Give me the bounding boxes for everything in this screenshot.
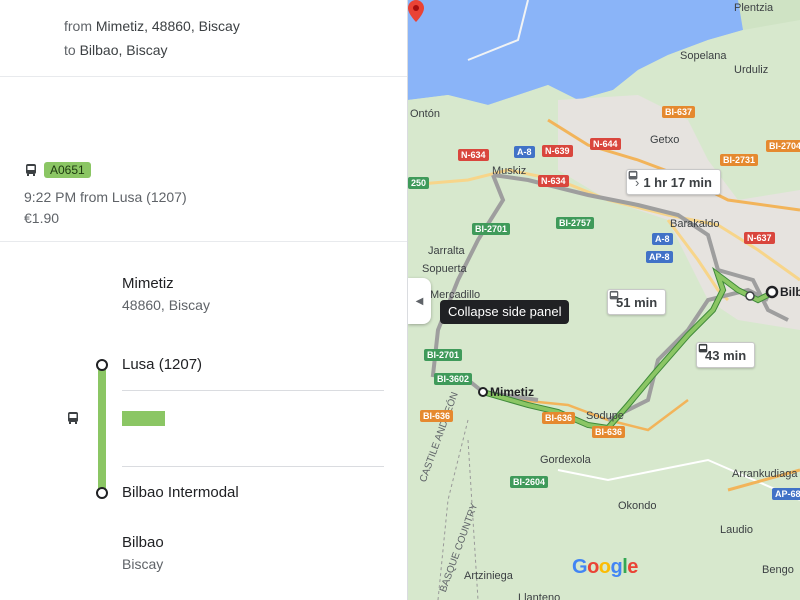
place-label: Laudio (720, 524, 754, 536)
route-option-callout[interactable]: 51 min (607, 289, 667, 315)
board-stop-marker (745, 291, 755, 301)
place-label: Bengo (762, 564, 794, 576)
callout-duration: 1 hr 17 min (643, 174, 712, 190)
road-shield: N-639 (542, 145, 573, 157)
bus-icon (609, 290, 619, 300)
road-shield: AP-68 (772, 488, 800, 500)
place-label: Getxo (650, 134, 680, 146)
place-label: Barakaldo (670, 218, 720, 230)
divider (122, 390, 384, 391)
place-label: Urduliz (734, 64, 769, 76)
destination-pin-icon[interactable] (408, 0, 424, 22)
from-prefix: from (64, 18, 92, 34)
collapse-tooltip: Collapse side panel (440, 300, 570, 324)
alight-stop-dot (96, 487, 108, 499)
road-shield: BI-2701 (424, 349, 463, 361)
bus-icon (628, 170, 638, 180)
origin-name[interactable]: Mimetiz (122, 275, 174, 292)
bus-icon (26, 164, 36, 176)
directions-panel: from Mimetiz, 48860, Biscay to Bilbao, B… (0, 0, 408, 600)
road-shield: A-8 (652, 233, 673, 245)
destination-name[interactable]: Bilbao (122, 534, 164, 551)
transit-line-track (98, 367, 106, 493)
alight-stop[interactable]: Bilbao Intermodal (122, 484, 239, 501)
place-label: Jarralta (428, 245, 465, 257)
place-label: Muskiz (492, 165, 527, 177)
divider (122, 466, 384, 467)
place-label: Mimetiz (490, 385, 535, 399)
route-option-callout[interactable]: › 1 hr 17 min (626, 169, 721, 195)
route-summary: from Mimetiz, 48860, Biscay to Bilbao, B… (64, 14, 240, 62)
road-shield: AP-8 (646, 251, 673, 263)
origin-marker[interactable] (478, 387, 488, 397)
road-shield: BI-636 (542, 412, 576, 424)
board-stop[interactable]: Lusa (1207) (122, 356, 202, 373)
road-shield: BI-637 (662, 106, 696, 118)
place-label: Ontón (410, 108, 440, 120)
road-shield: N-644 (590, 138, 621, 150)
board-stop-dot (96, 359, 108, 371)
place-label: Sopelana (680, 50, 727, 62)
place-label: Llanteno (518, 592, 561, 600)
road-shield: BI-2701 (472, 223, 511, 235)
google-logo: Google (572, 556, 638, 578)
to-value: Bilbao, Biscay (79, 42, 168, 58)
callout-duration: 51 min (616, 294, 658, 310)
road-shield: N-634 (458, 149, 489, 161)
place-label: Sodupe (586, 410, 624, 422)
chevron-left-icon: ◀ (415, 295, 424, 307)
collapse-panel-button[interactable]: ◀ (408, 278, 431, 324)
place-label: Sopuerta (422, 263, 467, 275)
road-shield: BI-636 (592, 426, 626, 438)
place-label: Plentzia (734, 2, 774, 14)
destination-marker[interactable] (765, 285, 779, 299)
road-shield: A-8 (514, 146, 535, 158)
road-shield: 250 (408, 177, 430, 189)
divider (0, 76, 407, 77)
bus-icon (698, 343, 708, 353)
road-shield: BI-2757 (556, 217, 595, 229)
from-value: Mimetiz, 48860, Biscay (95, 18, 240, 34)
place-label: Arrankudiaga (732, 468, 798, 480)
map-view[interactable]: Plentzia Sopelana Urduliz Ontón Getxo Mu… (408, 0, 800, 600)
to-prefix: to (64, 42, 76, 58)
callout-duration: 43 min (705, 347, 747, 363)
divider (0, 241, 407, 242)
route-option-callout-selected[interactable]: 43 min (696, 342, 756, 368)
road-shield: N-634 (538, 175, 569, 187)
road-shield: BI-636 (420, 410, 454, 422)
place-label: Gordexola (540, 454, 591, 466)
fare-text: €1.90 (24, 210, 60, 226)
road-shield: BI-2604 (510, 476, 549, 488)
destination-sub: Biscay (122, 556, 164, 572)
line-badge: A0651 (44, 162, 91, 178)
place-label: Bilb (780, 285, 800, 299)
line-color-chip (122, 411, 165, 426)
road-shield: BI-2731 (720, 154, 759, 166)
road-shield: BI-2704 (766, 140, 800, 152)
place-label: Okondo (618, 500, 657, 512)
schedule-summary[interactable]: A0651 9:22 PM from Lusa (1207) €1.90 (24, 160, 187, 228)
place-label: Artziniega (464, 570, 513, 582)
road-shield: N-637 (744, 232, 775, 244)
bus-icon (68, 412, 78, 424)
origin-sub: 48860, Biscay (122, 297, 210, 313)
departure-text: 9:22 PM from Lusa (1207) (24, 189, 187, 205)
road-shield: BI-3602 (434, 373, 473, 385)
